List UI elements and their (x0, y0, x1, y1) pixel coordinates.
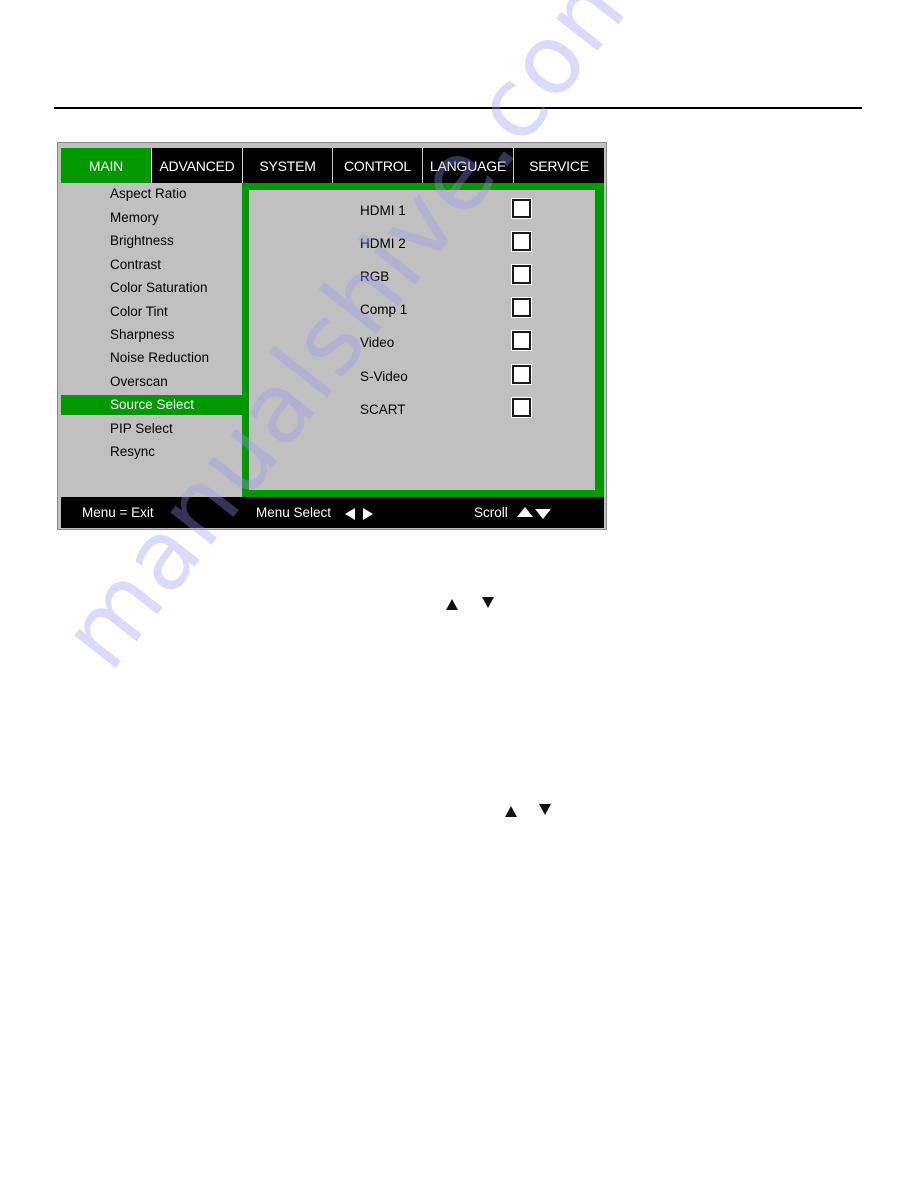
source-option-scart[interactable]: SCART (249, 398, 595, 422)
menu-item-label: Noise Reduction (110, 350, 210, 365)
menu-item-label: Contrast (110, 257, 162, 272)
menu-item-label: Color Saturation (110, 280, 208, 295)
source-option-label: HDMI 1 (360, 203, 406, 218)
source-option-comp-1[interactable]: Comp 1 (249, 298, 595, 322)
menu-item-source-select[interactable]: Source Select (61, 395, 242, 415)
main-menu-list: Aspect Ratio Memory Brightness Contrast … (61, 183, 242, 497)
source-option-video[interactable]: Video (249, 331, 595, 355)
tab-system[interactable]: SYSTEM (243, 148, 333, 183)
menu-item-pip-select[interactable]: PIP Select (61, 419, 242, 439)
tab-language[interactable]: LANGUAGE (423, 148, 514, 183)
source-checkbox[interactable] (512, 298, 531, 317)
menu-item-label: Source Select (110, 397, 195, 412)
source-checkbox[interactable] (512, 398, 531, 417)
right-arrow-icon (363, 508, 373, 520)
source-checkbox[interactable] (512, 365, 531, 384)
source-option-label: Video (360, 335, 395, 350)
source-checkbox[interactable] (512, 331, 531, 350)
tab-control[interactable]: CONTROL (333, 148, 423, 183)
source-option-label: HDMI 2 (360, 236, 406, 251)
menu-item-brightness[interactable]: Brightness (61, 231, 242, 251)
menu-item-color-tint[interactable]: Color Tint (61, 302, 242, 322)
exit-hint: Menu = Exit (82, 505, 154, 520)
menu-select-hint: Menu Select (256, 505, 332, 520)
down-arrow-icon (482, 597, 494, 608)
source-checkbox[interactable] (512, 199, 531, 218)
menu-item-noise-reduction[interactable]: Noise Reduction (61, 348, 242, 368)
source-select-panel: HDMI 1 HDMI 2 RGB Comp 1 Video S-Video S… (242, 183, 604, 497)
menu-item-memory[interactable]: Memory (61, 208, 242, 228)
menu-item-label: Brightness (110, 233, 174, 248)
source-option-hdmi-2[interactable]: HDMI 2 (249, 232, 595, 256)
source-option-label: Comp 1 (360, 302, 408, 317)
menu-item-resync[interactable]: Resync (61, 442, 242, 462)
menu-item-label: Resync (110, 444, 156, 459)
up-arrow-icon (505, 806, 517, 817)
menu-item-label: Memory (110, 210, 159, 225)
source-option-label: RGB (360, 269, 390, 284)
source-option-label: SCART (360, 402, 406, 417)
menu-item-contrast[interactable]: Contrast (61, 255, 242, 275)
tab-bar: MAIN ADVANCED SYSTEM CONTROL LANGUAGE SE… (61, 148, 604, 183)
tab-service[interactable]: SERVICE (514, 148, 604, 183)
menu-item-label: PIP Select (110, 421, 173, 436)
menu-item-aspect-ratio[interactable]: Aspect Ratio (61, 184, 242, 204)
menu-item-color-saturation[interactable]: Color Saturation (61, 278, 242, 298)
up-arrow-icon (517, 507, 533, 517)
menu-item-label: Sharpness (110, 327, 175, 342)
source-option-hdmi-1[interactable]: HDMI 1 (249, 199, 595, 223)
source-option-label: S-Video (360, 369, 408, 384)
menu-item-sharpness[interactable]: Sharpness (61, 325, 242, 345)
menu-item-label: Aspect Ratio (110, 186, 187, 201)
left-arrow-icon (345, 508, 355, 520)
source-checkbox[interactable] (512, 265, 531, 284)
down-arrow-icon (535, 509, 551, 519)
menu-item-label: Overscan (110, 374, 168, 389)
menu-item-overscan[interactable]: Overscan (61, 372, 242, 392)
osd-hint-bar: Menu = Exit Menu Select Scroll (61, 498, 604, 526)
up-arrow-icon (446, 599, 458, 610)
source-option-s-video[interactable]: S-Video (249, 365, 595, 389)
menu-item-label: Color Tint (110, 304, 168, 319)
source-checkbox[interactable] (512, 232, 531, 251)
source-options-list: HDMI 1 HDMI 2 RGB Comp 1 Video S-Video S… (249, 190, 595, 490)
tab-advanced[interactable]: ADVANCED (152, 148, 243, 183)
header-rule (54, 107, 862, 109)
osd-menu-window: MAIN ADVANCED SYSTEM CONTROL LANGUAGE SE… (57, 142, 607, 530)
scroll-hint: Scroll (474, 505, 508, 520)
down-arrow-icon (539, 804, 551, 815)
source-option-rgb[interactable]: RGB (249, 265, 595, 289)
osd-menu-body: MAIN ADVANCED SYSTEM CONTROL LANGUAGE SE… (61, 148, 604, 528)
tab-main[interactable]: MAIN (61, 148, 152, 183)
